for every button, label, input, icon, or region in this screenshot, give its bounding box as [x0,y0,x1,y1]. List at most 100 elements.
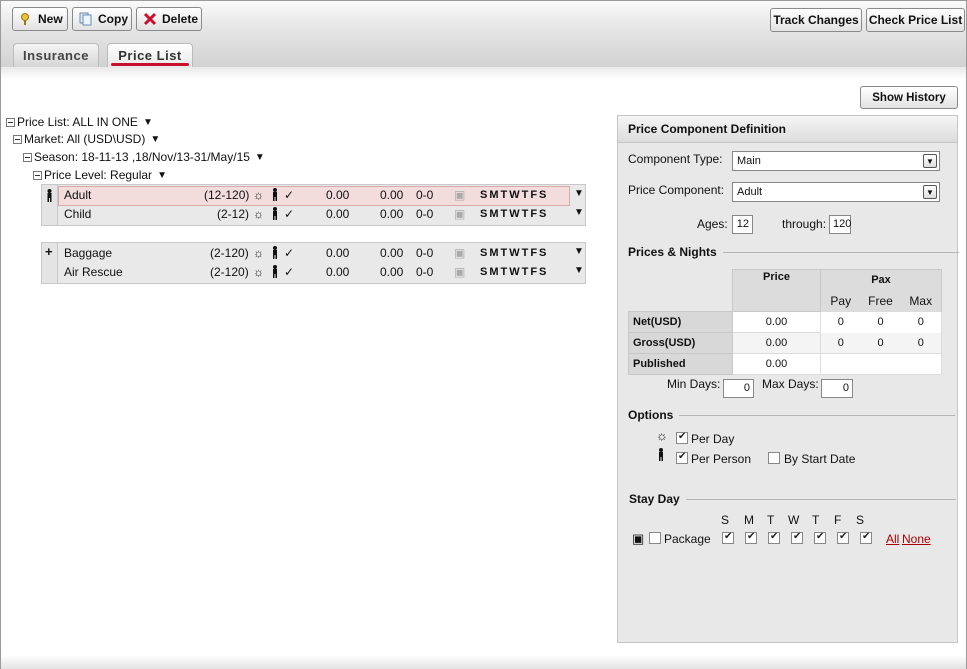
dropdown-arrow-icon[interactable]: ▼ [150,134,160,145]
table-row[interactable]: Air Rescue (2-120) ☼ ✓ 0.00 0.00 0-0 ▣ S… [42,263,585,283]
select-all-link[interactable]: All [886,532,899,546]
stay-day-title: Stay Day [629,492,680,506]
gross-pay[interactable]: 0 [820,332,861,354]
row-value-3: 0-0 [416,188,434,202]
min-days-input[interactable]: 0 [723,379,754,398]
show-history-label: Show History [872,91,946,104]
check-price-list-label: Check Price List [868,13,963,27]
package-checkbox[interactable] [649,532,661,544]
published-price[interactable]: 0.00 [732,353,821,375]
table-row[interactable]: Adult (12-120) ☼ ✓ 0.00 0.00 0-0 ▣ SMTWT… [42,186,585,206]
tab-price-list-label: Price List [118,48,182,63]
footer-bar [1,655,966,669]
panel-title: Price Component Definition [618,116,957,143]
by-start-date-checkbox[interactable] [768,452,780,464]
component-type-select[interactable]: Main ▼ [732,151,940,171]
tree-market[interactable]: Market: All (USD\USD) ▼ [13,131,160,147]
table-row[interactable]: Child (2-12) ☼ ✓ 0.00 0.00 0-0 ▣ SMTWTFS… [42,205,585,225]
per-person-icon [271,265,279,281]
max-days-input[interactable]: 0 [821,379,853,398]
delete-button[interactable]: Delete [136,7,202,31]
row-range: (2-12) [217,207,250,221]
divider [679,414,956,416]
net-free[interactable]: 0 [860,311,901,333]
day-checkbox-tue[interactable] [768,531,780,544]
collapse-icon[interactable] [6,117,15,127]
row-range: (2-120) [210,265,249,279]
divider [685,498,956,500]
chevron-down-icon[interactable]: ▼ [923,185,937,199]
day-checkbox-wed[interactable] [791,531,803,544]
row-value-1: 0.00 [326,265,350,279]
dropdown-arrow-icon[interactable]: ▼ [157,170,167,181]
gross-max[interactable]: 0 [900,332,942,354]
check-price-list-button[interactable]: Check Price List [866,8,965,32]
net-price[interactable]: 0.00 [732,311,821,333]
min-days-label: Min Days: [667,377,721,391]
tree-season[interactable]: Season: 18-11-13 ,18/Nov/13-31/May/15 ▼ [23,149,265,165]
dropdown-arrow-icon[interactable]: ▼ [143,117,153,128]
day-checkbox-thu[interactable] [814,531,826,544]
per-person-checkbox[interactable] [676,451,688,464]
per-person-icon [271,207,279,223]
ages-to-input[interactable]: 120 [829,215,851,234]
dropdown-arrow-icon[interactable]: ▼ [255,152,265,163]
day-letter: F [834,513,842,527]
per-day-label: Per Day [691,432,735,446]
tab-content-bar [1,67,966,79]
package-icon: ▣ [454,207,466,221]
row-value-1: 0.00 [326,246,350,260]
row-name: Adult [64,188,92,202]
net-label: Net(USD) [628,311,733,333]
net-pay[interactable]: 0 [820,311,861,333]
pay-header: Pay [820,290,861,312]
per-day-checkbox[interactable] [676,431,688,444]
collapse-icon[interactable] [13,134,22,144]
table-row[interactable]: Baggage (2-120) ☼ ✓ 0.00 0.00 0-0 ▣ SMTW… [42,244,585,264]
collapse-icon[interactable] [23,152,32,162]
dropdown-arrow-icon[interactable]: ▼ [574,265,584,276]
copy-icon [79,12,93,26]
prices-nights-title: Prices & Nights [628,245,717,259]
track-changes-button[interactable]: Track Changes [770,8,862,32]
net-max[interactable]: 0 [900,311,942,333]
tree-price-level[interactable]: Price Level: Regular ▼ [33,167,167,183]
delete-icon [143,12,157,26]
day-checkbox-sun[interactable] [722,531,734,544]
tab-insurance[interactable]: Insurance [13,43,99,67]
per-day-icon: ☼ [253,188,264,202]
check-icon: ✓ [284,207,295,221]
package-label: Package [664,532,711,546]
through-label: through: [782,217,827,231]
collapse-icon[interactable] [33,170,42,180]
row-days: SMTWTFS [480,189,549,201]
dropdown-arrow-icon[interactable]: ▼ [574,246,584,257]
per-person-icon [271,246,279,262]
options-title: Options [628,408,674,422]
select-none-link[interactable]: None [902,532,931,546]
day-checkbox-fri[interactable] [837,531,849,544]
price-component-select[interactable]: Adult ▼ [732,182,940,202]
ages-from-input[interactable]: 12 [732,215,753,234]
package-icon: ▣ [454,246,466,260]
gross-free[interactable]: 0 [860,332,901,354]
divider [722,251,959,253]
dropdown-arrow-icon[interactable]: ▼ [574,188,584,199]
day-checkbox-mon[interactable] [745,531,757,544]
options-section: Options [628,408,956,422]
gross-price[interactable]: 0.00 [732,332,821,354]
show-history-button[interactable]: Show History [860,86,958,109]
published-label: Published [628,353,733,375]
day-checkbox-sat[interactable] [860,531,872,544]
tab-price-list[interactable]: Price List [107,43,193,67]
new-button[interactable]: New [12,7,68,31]
by-start-date-label: By Start Date [784,452,856,466]
per-person-label: Per Person [691,452,752,466]
dropdown-arrow-icon[interactable]: ▼ [574,207,584,218]
day-letter: T [812,513,820,527]
copy-button[interactable]: Copy [72,7,132,31]
day-letter: W [788,513,800,527]
price-level-label: Price Level: Regular [44,168,153,182]
tree-price-list[interactable]: Price List: ALL IN ONE ▼ [6,114,153,130]
chevron-down-icon[interactable]: ▼ [923,154,937,168]
